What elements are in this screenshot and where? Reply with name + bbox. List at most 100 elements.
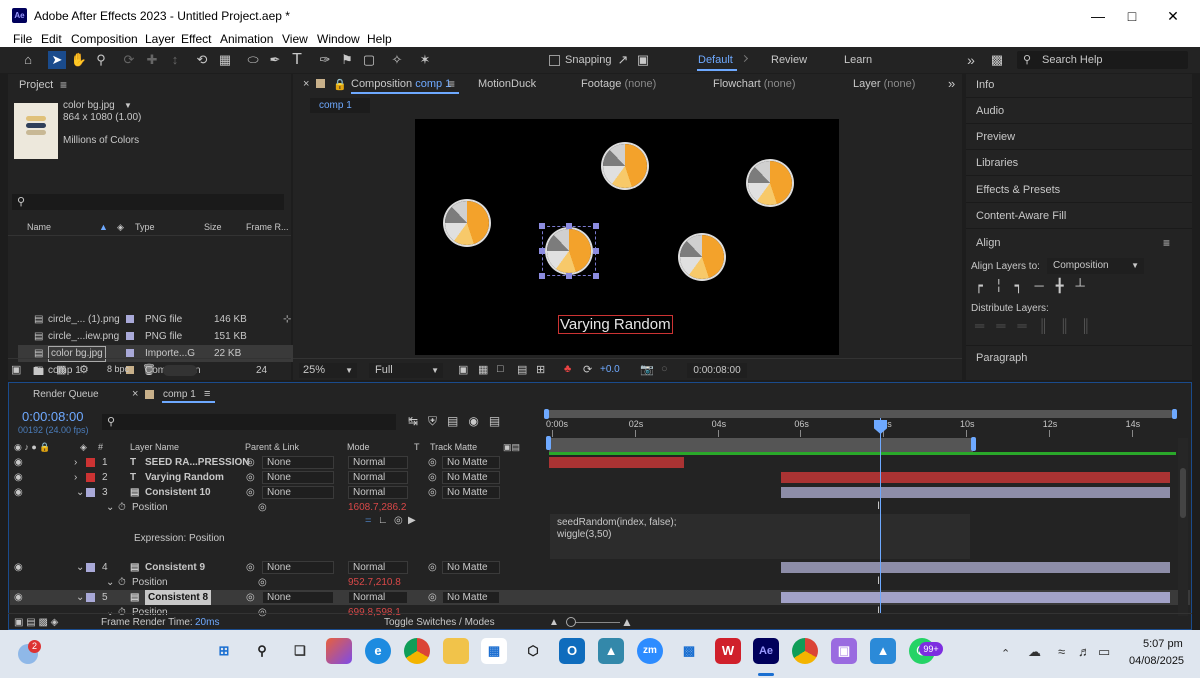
tab-render-queue[interactable]: Render Queue	[33, 389, 99, 400]
tray-overflow-icon[interactable]: ⌃	[1001, 647, 1010, 660]
bit-depth[interactable]: 8 bpc	[107, 364, 129, 374]
search-icon[interactable]: ⚲	[249, 638, 275, 664]
mode-select[interactable]: Normal	[348, 471, 408, 484]
playhead-line[interactable]	[880, 418, 881, 614]
eye-icon[interactable]: ◉	[14, 485, 23, 500]
track-matte-select[interactable]: No Matte	[442, 591, 500, 604]
label-swatch[interactable]	[86, 593, 95, 602]
zoom-app-icon[interactable]: zm	[637, 638, 663, 664]
workspace-review[interactable]: Review	[771, 54, 807, 66]
track-matte-select[interactable]: No Matte	[442, 471, 500, 484]
track-matte-select[interactable]: No Matte	[442, 561, 500, 574]
dolly-tool-icon[interactable]: ↕	[166, 51, 184, 69]
wifi-icon[interactable]: ≈	[1058, 644, 1065, 659]
orbit-tool-icon[interactable]: ⟳	[120, 51, 138, 69]
circle-layer[interactable]	[748, 161, 792, 205]
timeline-vertical-scrollbar[interactable]	[1178, 438, 1188, 616]
battery-icon[interactable]: ▭	[1098, 644, 1110, 660]
column-frame-rate[interactable]: Frame R...	[246, 219, 289, 236]
resolution-select[interactable]: Full ▼	[369, 363, 443, 378]
libraries-panel[interactable]: Libraries	[966, 150, 1192, 176]
zoom-slider[interactable]	[570, 622, 620, 623]
menu-effect[interactable]: Effect	[181, 32, 211, 46]
pickwhip-icon[interactable]: ◎	[246, 485, 255, 500]
trash-icon[interactable]: 🗑	[142, 363, 156, 376]
chevron-down-icon[interactable]: ⌄	[76, 560, 84, 575]
tab-comp-1[interactable]: comp 1	[163, 389, 196, 400]
project-item[interactable]: ▤ circle_...iew.png PNG file 151 KB	[18, 328, 298, 345]
pickwhip-icon[interactable]: ◎	[246, 590, 255, 605]
maximize-button[interactable]: □	[1122, 6, 1142, 26]
region-of-interest-icon[interactable]: ▤	[517, 363, 527, 376]
channel-icon[interactable]: ♣	[564, 363, 571, 375]
zoom-select[interactable]: 25% ▼	[299, 363, 357, 378]
toggle-switches-modes[interactable]: Toggle Switches / Modes	[384, 614, 495, 631]
label-column-icon[interactable]: ◈	[80, 440, 87, 454]
project-item[interactable]: ▤ circle_... (1).png PNG file 146 KB ⊹	[18, 311, 298, 328]
cloud-icon[interactable]: ☁	[1028, 644, 1041, 660]
chrome-profile-icon[interactable]	[792, 638, 818, 664]
tab-motionduck[interactable]: MotionDuck	[478, 78, 536, 90]
chrome-icon[interactable]	[404, 638, 430, 664]
stopwatch-icon[interactable]: ⏱	[118, 575, 126, 590]
flowchart-icon[interactable]: ⊹	[283, 311, 291, 328]
label-swatch[interactable]	[86, 563, 95, 572]
column-name[interactable]: Name	[27, 219, 51, 236]
selection-tool-icon[interactable]: ➤	[48, 51, 66, 69]
menu-view[interactable]: View	[282, 32, 308, 46]
transform-handle[interactable]	[566, 273, 572, 279]
eraser-tool-icon[interactable]: ▢	[360, 51, 378, 69]
align-buttons-row[interactable]: ┍╎┑─╋┴	[975, 278, 1097, 294]
clock-date[interactable]: 04/08/2025	[1129, 655, 1184, 667]
circle-layer[interactable]	[603, 144, 647, 188]
tab-flowchart[interactable]: Flowchart (none)	[713, 78, 796, 90]
lock-icon[interactable]: 🔒	[333, 78, 347, 91]
chevron-right-icon[interactable]: ›	[74, 470, 77, 485]
wps-icon[interactable]: W	[715, 638, 741, 664]
menu-file[interactable]: File	[13, 32, 32, 46]
type-tool-icon[interactable]: T	[288, 51, 306, 69]
tab-layer[interactable]: Layer (none)	[853, 78, 915, 90]
label-swatch[interactable]	[126, 349, 134, 357]
app-icon[interactable]: ▲	[598, 638, 624, 664]
chevron-down-icon[interactable]: ▼	[124, 101, 132, 110]
exposure-value[interactable]: +0.0	[600, 364, 620, 375]
copilot-icon[interactable]	[326, 638, 352, 664]
photos-icon[interactable]: ▲	[870, 638, 896, 664]
store-icon[interactable]: ▦	[481, 638, 507, 664]
after-effects-icon[interactable]: Ae	[753, 638, 779, 664]
snap-features-icon[interactable]: ▣	[634, 51, 652, 69]
align-to-select[interactable]: Composition ▼	[1047, 258, 1144, 274]
menu-edit[interactable]: Edit	[41, 32, 62, 46]
parent-select[interactable]: None	[262, 456, 334, 469]
panel-menu-icon[interactable]: ≡	[1163, 236, 1170, 250]
home-icon[interactable]: ⌂	[19, 51, 37, 69]
transform-handle[interactable]	[566, 223, 572, 229]
column-parent[interactable]: Parent & Link	[245, 440, 299, 454]
menu-composition[interactable]: Composition	[71, 32, 138, 46]
more-workspaces-icon[interactable]: »	[962, 51, 980, 69]
work-area-bar[interactable]	[549, 438, 973, 452]
volume-icon[interactable]: ♬	[1078, 644, 1091, 659]
zoom-slider-thumb[interactable]	[566, 617, 576, 627]
remote-desktop-icon[interactable]: ▩	[676, 638, 702, 664]
ellipse-tool-icon[interactable]: ⬭	[244, 51, 262, 69]
hand-tool-icon[interactable]: ✋	[70, 51, 88, 69]
layer-name[interactable]: SEED RA...PRESSION	[145, 455, 249, 470]
start-icon[interactable]: ⊞	[211, 638, 237, 664]
layer-duration-bar[interactable]	[780, 592, 1170, 603]
parent-select[interactable]: None	[262, 561, 334, 574]
content-aware-fill-panel[interactable]: Content-Aware Fill	[966, 203, 1192, 229]
workspace-layout-icon[interactable]: ▩	[988, 51, 1006, 69]
file-explorer-icon[interactable]	[443, 638, 469, 664]
label-swatch[interactable]	[86, 488, 95, 497]
label-swatch[interactable]	[126, 332, 134, 340]
composition-canvas[interactable]: Varying Random	[415, 119, 839, 355]
snap-edges-icon[interactable]: ↗	[614, 51, 632, 69]
eye-icon[interactable]: ◉	[14, 455, 23, 470]
preview-panel[interactable]: Preview	[966, 124, 1192, 150]
stopwatch-icon[interactable]: ⏱	[118, 500, 126, 515]
clone-stamp-tool-icon[interactable]: ⚑	[338, 51, 356, 69]
menu-window[interactable]: Window	[317, 32, 360, 46]
effects-presets-panel[interactable]: Effects & Presets	[966, 177, 1192, 203]
